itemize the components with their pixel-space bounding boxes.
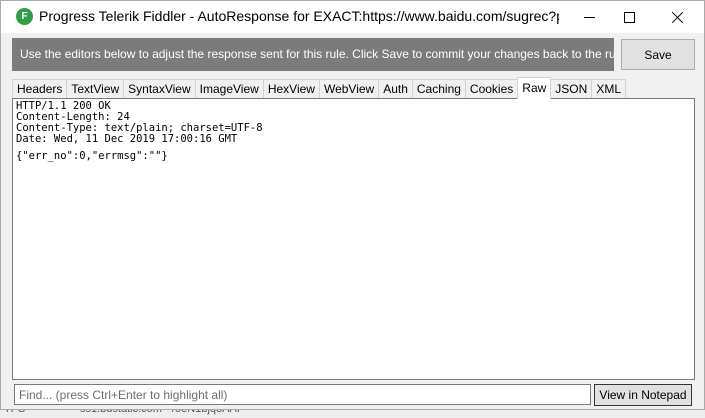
fiddler-app-icon: F — [16, 8, 33, 25]
close-icon — [671, 11, 684, 24]
tab-raw[interactable]: Raw — [517, 77, 552, 99]
tab-json[interactable]: JSON — [550, 79, 593, 99]
instruction-banner: Use the editors below to adjust the resp… — [12, 38, 614, 71]
tab-auth[interactable]: Auth — [378, 79, 413, 99]
close-button[interactable] — [654, 1, 700, 33]
tab-imageview[interactable]: ImageView — [194, 79, 264, 99]
tab-headers[interactable]: Headers — [12, 79, 68, 99]
tab-hexview[interactable]: HexView — [262, 79, 320, 99]
save-button[interactable]: Save — [621, 39, 695, 70]
tab-caching[interactable]: Caching — [411, 79, 466, 99]
response-editor-tabs: Headers TextView SyntaxView ImageView He… — [12, 77, 626, 99]
minimize-icon — [583, 16, 595, 18]
tab-textview[interactable]: TextView — [66, 79, 125, 99]
maximize-button[interactable] — [606, 1, 652, 33]
response-body: {"err_no":0,"errmsg":""} — [16, 150, 168, 162]
autoresponse-dialog: F Progress Telerik Fiddler - AutoRespons… — [0, 0, 705, 410]
find-input[interactable] — [14, 384, 591, 405]
header-date: Date: Wed, 11 Dec 2019 17:00:16 GMT — [16, 133, 238, 145]
raw-response-editor[interactable]: HTTP/1.1 200 OK Content-Length: 24 Conte… — [12, 98, 695, 380]
tab-webview[interactable]: WebView — [318, 79, 380, 99]
window-title: Progress Telerik Fiddler - AutoResponse … — [39, 8, 559, 24]
maximize-icon — [623, 11, 635, 23]
view-in-notepad-button[interactable]: View in Notepad — [594, 384, 692, 406]
tab-cookies[interactable]: Cookies — [464, 79, 519, 99]
tab-xml[interactable]: XML — [591, 79, 626, 99]
tab-syntaxview[interactable]: SyntaxView — [123, 79, 196, 99]
title-bar[interactable]: F Progress Telerik Fiddler - AutoRespons… — [1, 1, 704, 33]
